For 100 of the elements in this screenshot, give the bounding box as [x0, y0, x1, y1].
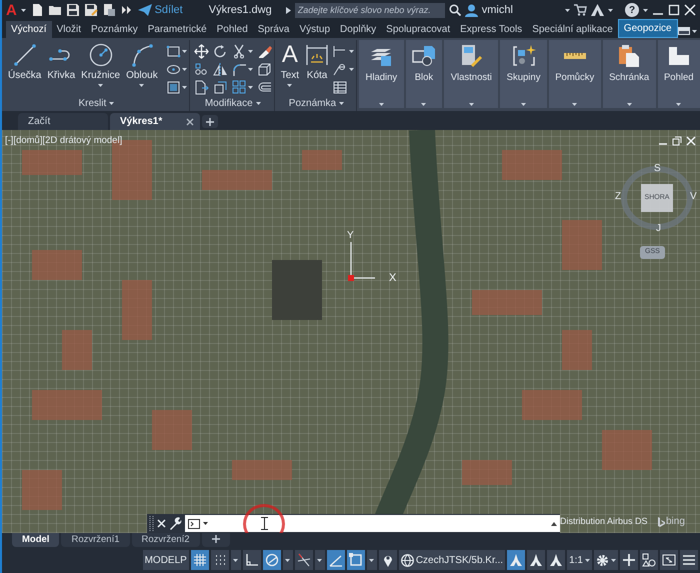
- ribbon-tool-button[interactable]: Úsečka: [6, 42, 44, 96]
- help-button[interactable]: ?: [625, 3, 639, 17]
- ribbon-tab[interactable]: Vložit: [52, 21, 86, 38]
- viewport-controls-label[interactable]: [-][domů][2D drátový model]: [5, 134, 122, 148]
- tool-button[interactable]: [166, 62, 187, 77]
- panel-title-button[interactable]: Kreslit: [4, 96, 189, 111]
- model-space-button[interactable]: MODELP: [142, 550, 189, 570]
- tool-button[interactable]: [212, 62, 228, 77]
- printer-icon[interactable]: [102, 3, 116, 17]
- tool-button[interactable]: [333, 62, 354, 77]
- ribbon-tab[interactable]: Spolupracovat: [381, 21, 456, 38]
- tool-button[interactable]: [232, 80, 253, 95]
- cart-icon[interactable]: [574, 4, 587, 16]
- layout-tab[interactable]: Rozvržení2: [132, 533, 200, 547]
- tool-button[interactable]: [212, 80, 228, 95]
- annotation-scale-button[interactable]: 1:1: [567, 550, 592, 570]
- triangle-logo-icon[interactable]: [591, 4, 604, 16]
- compass-direction[interactable]: J: [656, 224, 661, 234]
- tool-button[interactable]: [232, 62, 253, 77]
- status-toggle-button[interactable]: [210, 550, 229, 570]
- restore-icon[interactable]: [672, 136, 682, 146]
- coordinate-system-button[interactable]: CzechJTSK/5b.Kr...: [398, 550, 506, 570]
- dropdown-button[interactable]: [230, 550, 241, 570]
- ribbon-tab[interactable]: Parametrické: [142, 21, 212, 38]
- ribbon-tool-button[interactable]: Křivka: [45, 42, 78, 96]
- maximize-icon[interactable]: [668, 4, 680, 16]
- ribbon-tab[interactable]: Výchozí: [6, 21, 52, 38]
- tool-button[interactable]: [166, 44, 187, 59]
- document-tab[interactable]: Začít: [18, 113, 108, 130]
- status-button[interactable]: [640, 550, 658, 570]
- status-button[interactable]: [620, 550, 638, 570]
- ribbon-tab[interactable]: Express Tools: [455, 21, 528, 38]
- ribbon-tab[interactable]: Výstup: [294, 21, 336, 38]
- collapsed-panel-button[interactable]: Pohled: [658, 40, 700, 108]
- collapsed-panel-button[interactable]: Blok: [406, 40, 442, 108]
- search-field[interactable]: Zadejte klíčové slovo nebo výraz.: [294, 2, 445, 18]
- layout-tab[interactable]: Model: [12, 533, 60, 547]
- tool-button[interactable]: [333, 44, 354, 59]
- triangle-up-icon[interactable]: [551, 522, 557, 526]
- dropdown-button[interactable]: [282, 550, 293, 570]
- compass-direction[interactable]: S: [654, 164, 661, 174]
- ribbon-tab[interactable]: Pohled: [212, 21, 253, 38]
- panel-title-button[interactable]: Poznámka: [276, 96, 356, 111]
- layout-tab[interactable]: Rozvržení1: [61, 533, 130, 547]
- triangle-right-icon[interactable]: [286, 6, 291, 14]
- collapsed-panel-button[interactable]: Pomůcky: [548, 40, 601, 108]
- collapsed-panel-button[interactable]: Hladiny: [359, 40, 404, 108]
- search-icon[interactable]: [448, 4, 461, 16]
- tool-button[interactable]: [232, 44, 253, 59]
- panel-toggle-button[interactable]: [678, 27, 698, 36]
- ribbon-tab[interactable]: Doplňky: [335, 21, 382, 38]
- status-button[interactable]: [680, 550, 698, 570]
- user-name[interactable]: vmichl: [482, 2, 513, 18]
- caret-icon: [285, 558, 290, 562]
- status-toggle-button[interactable]: [190, 550, 209, 570]
- share-button[interactable]: Sdílet: [138, 2, 183, 18]
- command-prompt-icon[interactable]: [188, 518, 200, 528]
- dropdown-button[interactable]: [366, 550, 377, 570]
- tool-button[interactable]: [212, 44, 228, 59]
- grip-icon[interactable]: [149, 516, 154, 531]
- ribbon-tab[interactable]: Správa: [252, 21, 294, 38]
- status-toggle-button[interactable]: [326, 550, 345, 570]
- status-toggle-button[interactable]: [346, 550, 365, 570]
- command-input-field[interactable]: [185, 515, 560, 532]
- collapsed-panel-button[interactable]: Schránka: [602, 40, 656, 108]
- tool-button[interactable]: [256, 62, 272, 77]
- document-tab[interactable]: Výkres1*: [110, 113, 200, 130]
- ribbon-tool-button[interactable]: Oblouk: [124, 42, 160, 96]
- folder-icon[interactable]: [48, 3, 62, 17]
- location-button[interactable]: [378, 550, 397, 570]
- new-tab-button[interactable]: [202, 115, 218, 128]
- user-icon[interactable]: [464, 4, 478, 16]
- collapsed-panel-button[interactable]: Vlastnosti: [444, 40, 498, 108]
- collapsed-panel-button[interactable]: Skupiny: [500, 40, 547, 108]
- ribbon-tool-button[interactable]: Kóta: [303, 42, 332, 96]
- status-toggle-button[interactable]: [242, 550, 261, 570]
- compass-direction[interactable]: Z: [615, 192, 622, 202]
- tool-button[interactable]: [194, 62, 209, 77]
- ribbon-tab[interactable]: Poznámky: [86, 21, 143, 38]
- status-button[interactable]: [660, 550, 678, 570]
- ribbon-tool-button[interactable]: A Text: [278, 42, 302, 96]
- annotation-toggle-button[interactable]: [507, 550, 526, 570]
- compass-direction[interactable]: V: [690, 192, 697, 202]
- panel-title-button[interactable]: Modifikace: [192, 96, 274, 111]
- new-layout-button[interactable]: [202, 533, 230, 547]
- status-toggle-button[interactable]: [294, 550, 313, 570]
- dropdown-button[interactable]: [314, 550, 325, 570]
- ribbon-tab[interactable]: Speciální aplikace: [527, 21, 618, 38]
- double-chevron-icon[interactable]: [120, 3, 134, 17]
- ribbon-tool-button[interactable]: Kružnice: [79, 42, 122, 96]
- floppy-disk-pencil-icon[interactable]: [84, 3, 98, 17]
- tool-button[interactable]: [166, 80, 187, 95]
- tool-button[interactable]: [256, 44, 272, 59]
- annotation-toggle-button[interactable]: [547, 550, 566, 570]
- status-toggle-button[interactable]: [262, 550, 281, 570]
- wrench-icon[interactable]: [169, 517, 182, 530]
- settings-button[interactable]: [594, 550, 618, 570]
- annotation-toggle-button[interactable]: [527, 550, 546, 570]
- tool-button[interactable]: [194, 80, 209, 95]
- ribbon-tab[interactable]: Geopozice: [618, 19, 678, 38]
